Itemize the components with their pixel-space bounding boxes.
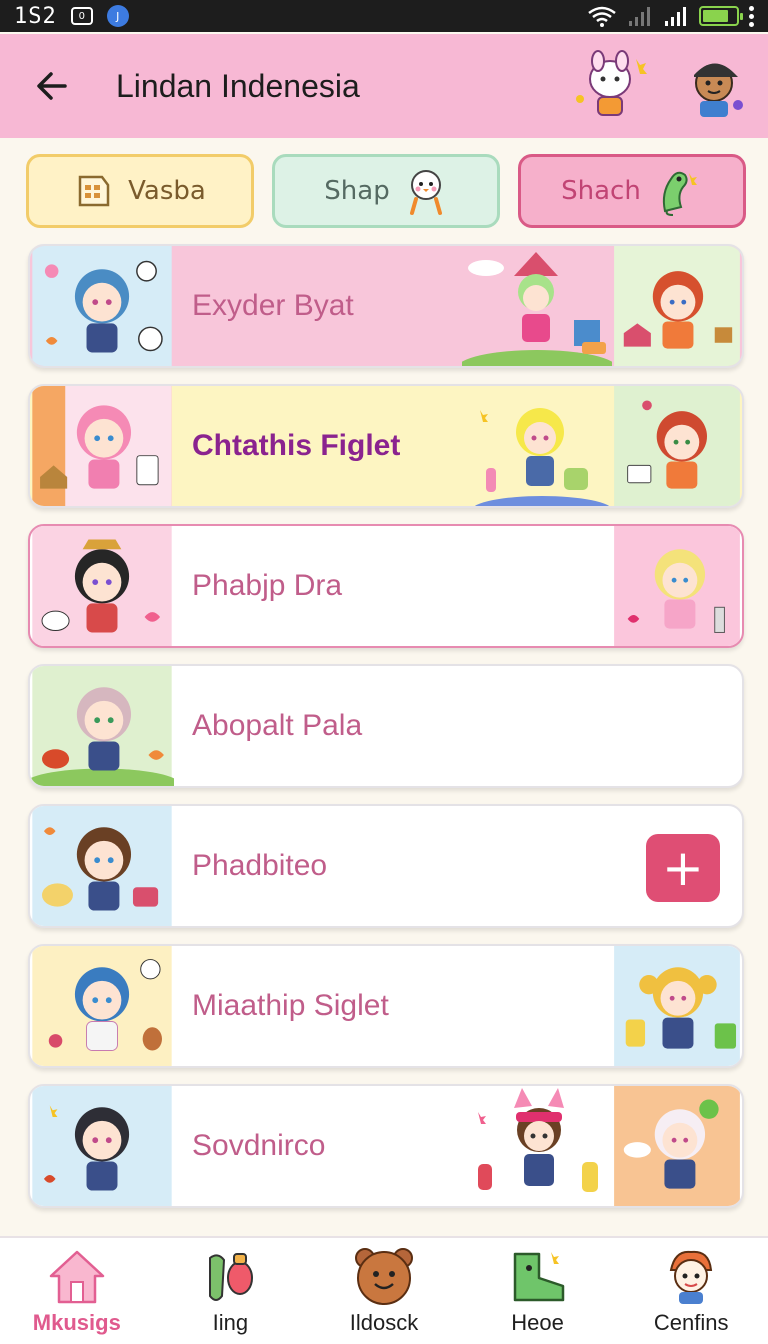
red-hair-girl-2-icon: [614, 386, 740, 506]
pigtail-girl-icon: [614, 946, 740, 1066]
nav-label: Ildosck: [349, 1310, 419, 1335]
list-item[interactable]: Phadbiteo +: [28, 804, 744, 928]
notification-icon: 0: [70, 7, 93, 25]
bear-icon: [354, 1248, 413, 1305]
filter-chips: Vasba Shap Shach: [26, 154, 746, 228]
bunny-mascot-icon[interactable]: [570, 49, 650, 123]
calendar-icon: [78, 175, 110, 207]
nav-item-ildosck[interactable]: Ildosck: [307, 1238, 461, 1344]
chick-icon: [409, 170, 442, 215]
list-item-label: Miaathip Siglet: [192, 989, 389, 1022]
bottom-nav: Mkusigs Iing Ildosck Heoe Cenfins: [0, 1236, 768, 1344]
list-item[interactable]: Exyder Byat: [28, 244, 744, 368]
nav-item-cenfins[interactable]: Cenfins: [614, 1238, 768, 1344]
nav-item-mkusigs[interactable]: Mkusigs: [0, 1238, 154, 1344]
character-list: Exyder Byat Chtathis Figlet Phabjp Dra A…: [28, 244, 744, 1224]
chip-label: Shach: [561, 176, 641, 206]
page-title: Lindan Indenesia: [116, 67, 360, 104]
nav-label: Iing: [212, 1310, 249, 1335]
nav-item-heoe[interactable]: Heoe: [461, 1238, 615, 1344]
silver-hair-girl-icon: [30, 666, 174, 786]
list-item-label: Exyder Byat: [192, 289, 354, 322]
bottles-icon: [209, 1253, 254, 1301]
blonde-boy-icon: [474, 408, 610, 506]
app-header: Lindan Indenesia: [0, 34, 768, 138]
status-time: 1S2: [14, 3, 57, 29]
black-hair-girl-icon: [32, 526, 172, 646]
dino-icon: [662, 171, 697, 216]
chip-label: Vasba: [128, 176, 206, 206]
list-item[interactable]: Abopalt Pala: [28, 664, 744, 788]
list-item[interactable]: Phabjp Dra: [28, 524, 744, 648]
boot-icon: [513, 1252, 564, 1302]
house-icon: [49, 1250, 105, 1304]
brown-hair-girl-icon: [32, 806, 172, 926]
back-button[interactable]: [22, 56, 82, 116]
nav-label: Heoe: [511, 1310, 564, 1335]
nav-label: Cenfins: [653, 1310, 729, 1335]
green-hair-boy-icon: [462, 252, 612, 366]
red-hair-girl-icon: [614, 246, 740, 366]
chip-vasba[interactable]: Vasba: [26, 154, 254, 228]
status-bar: 1S2 0 J: [0, 0, 768, 32]
list-item[interactable]: Miaathip Siglet: [28, 944, 744, 1068]
list-item-label: Chtathis Figlet: [192, 429, 401, 462]
boy-mascot-icon[interactable]: [686, 51, 746, 121]
list-item-label: Abopalt Pala: [192, 709, 363, 742]
arrow-left-icon: [37, 72, 67, 100]
chip-shach[interactable]: Shach: [518, 154, 746, 228]
white-hair-girl-icon: [614, 1086, 740, 1206]
blue-hair-girl-2-icon: [32, 946, 172, 1066]
app-badge-icon: J: [106, 5, 129, 27]
list-item-label: Sovdnirco: [192, 1129, 326, 1162]
list-item[interactable]: Sovdnirco: [28, 1084, 744, 1208]
signal-icon-1: [629, 7, 650, 26]
blonde-girl-icon: [614, 526, 740, 646]
chip-shap[interactable]: Shap: [272, 154, 500, 228]
cat-ear-girl-icon: [478, 1088, 598, 1192]
nav-label: Mkusigs: [32, 1310, 121, 1335]
blue-hair-girl-icon: [32, 246, 172, 366]
overflow-icon[interactable]: [749, 5, 754, 27]
nav-item-iing[interactable]: Iing: [154, 1238, 308, 1344]
list-item-label: Phabjp Dra: [192, 569, 343, 602]
pink-hair-girl-icon: [32, 386, 172, 506]
signal-icon-2: [665, 7, 686, 26]
chip-label: Shap: [324, 176, 390, 206]
dark-hair-girl-icon: [32, 1086, 172, 1206]
wifi-icon: [588, 6, 616, 27]
battery-icon: [699, 6, 743, 26]
mascot-icon: [669, 1250, 713, 1304]
add-button[interactable]: +: [646, 834, 720, 902]
list-item[interactable]: Chtathis Figlet: [28, 384, 744, 508]
